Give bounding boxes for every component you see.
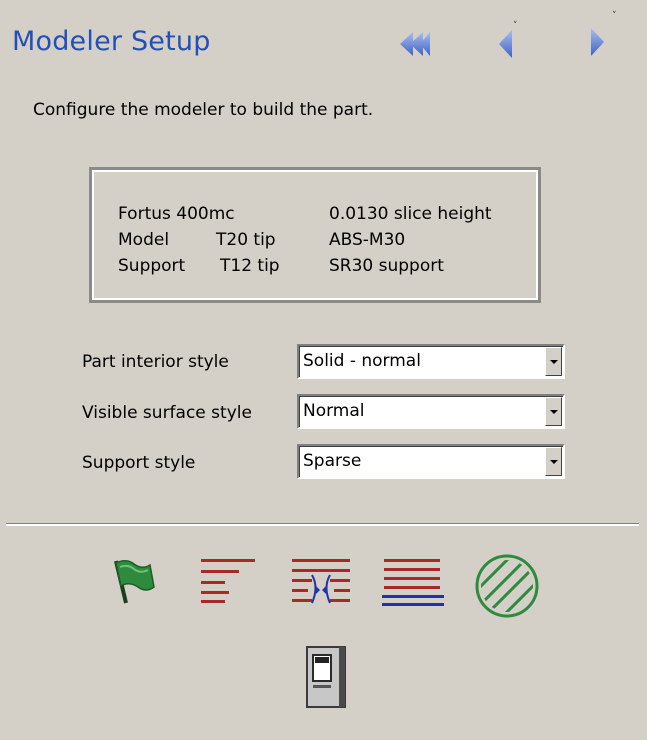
modeler-machine-button[interactable] — [303, 645, 351, 709]
part-interior-style-select[interactable]: Solid - normal — [297, 344, 565, 379]
start-build-button[interactable] — [110, 557, 156, 607]
visible-surface-style-label: Visible surface style — [82, 403, 252, 423]
lines-icon — [201, 559, 255, 603]
support-label: Support — [118, 256, 186, 276]
modeler-info-box: Fortus 400mc 0.0130 slice height Model T… — [89, 167, 541, 303]
visible-surface-style-value: Normal — [303, 401, 365, 421]
support-material: SR30 support — [329, 256, 444, 276]
support-style-label: Support style — [82, 453, 196, 473]
converge-lines-button[interactable] — [292, 557, 352, 605]
part-interior-style-label: Part interior style — [82, 352, 229, 372]
dropdown-tick-icon: ˅ — [612, 11, 617, 21]
previous-button[interactable]: ˅ — [496, 21, 518, 62]
chevron-down-icon[interactable] — [545, 347, 562, 376]
modeler-name: Fortus 400mc — [118, 204, 235, 224]
green-flag-icon — [114, 560, 155, 604]
fill-pattern-button[interactable] — [474, 553, 540, 619]
part-interior-style-value: Solid - normal — [303, 351, 421, 371]
surface-lines-button[interactable] — [382, 557, 446, 609]
chevron-down-icon[interactable] — [545, 447, 562, 476]
converge-lines-icon — [292, 559, 350, 604]
dropdown-tick-icon: ˅ — [513, 21, 518, 31]
support-style-value: Sparse — [303, 451, 362, 471]
support-tip: T12 tip — [220, 256, 280, 276]
rewind-to-start-icon — [400, 32, 430, 56]
blue-underline-lines-icon — [382, 559, 444, 606]
hatched-circle-icon — [475, 554, 539, 618]
next-button[interactable]: ˅ — [587, 12, 617, 60]
next-icon — [591, 28, 604, 56]
model-material: ABS-M30 — [329, 230, 406, 250]
model-tip: T20 tip — [216, 230, 276, 250]
chevron-down-icon[interactable] — [545, 397, 562, 426]
previous-icon — [499, 30, 512, 58]
model-label: Model — [118, 230, 170, 250]
section-divider — [6, 523, 639, 526]
toolpath-lines-button[interactable] — [201, 557, 259, 605]
slice-height: 0.0130 slice height — [329, 204, 492, 224]
rewind-to-start-button[interactable] — [399, 31, 431, 57]
visible-surface-style-select[interactable]: Normal — [297, 394, 565, 429]
support-style-select[interactable]: Sparse — [297, 444, 565, 479]
page-title: Modeler Setup — [12, 26, 211, 57]
modeler-machine-icon — [306, 646, 346, 708]
instructions-text: Configure the modeler to build the part. — [33, 100, 374, 120]
